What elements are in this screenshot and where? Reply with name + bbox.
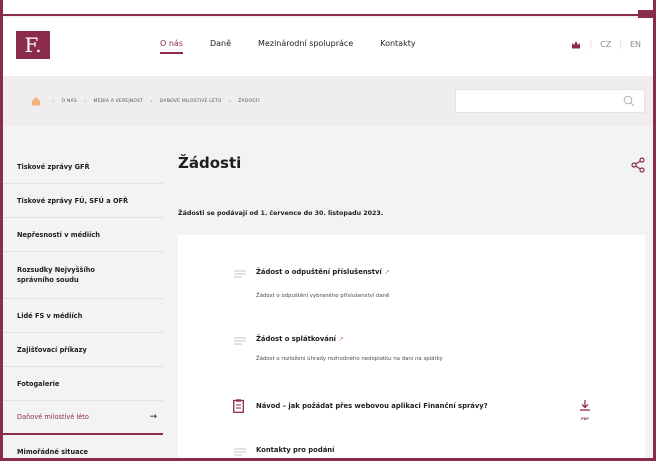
- arrow-right-icon: →: [149, 412, 157, 422]
- nav-item-mezinarodni-spoluprace[interactable]: Mezinárodní spolupráce: [258, 39, 353, 54]
- chevron-right-icon: ›: [83, 97, 87, 105]
- sidebar-item-label: Fotogalerie: [17, 379, 60, 388]
- document-icon: [234, 448, 246, 456]
- breadcrumb-item-media[interactable]: MÉDIA A VEŘEJNOST: [94, 99, 144, 104]
- sidebar-item-label: Mimořádné situace: [17, 448, 88, 456]
- clipboard-icon: [233, 399, 244, 413]
- sidebar-item-fotogalerie[interactable]: Fotogalerie: [3, 367, 163, 401]
- pdf-label: PDF: [581, 417, 589, 421]
- page-title: Žádosti: [178, 154, 242, 172]
- sidebar-nav: Tiskové zprávy GFŘ Tiskové zprávy FÚ, SF…: [3, 150, 163, 461]
- sidebar-item-danove-milostive-leto[interactable]: Daňové milostivé léto →: [3, 401, 163, 435]
- main-nav: O nás Daně Mezinárodní spolupráce Kontak…: [160, 39, 443, 54]
- document-description: Žádost o odpuštění vybraného příslušenst…: [256, 293, 390, 299]
- share-icon[interactable]: [631, 157, 645, 173]
- nav-item-dane[interactable]: Daně: [210, 39, 231, 54]
- sidebar-item-mimoradne-situace[interactable]: Mimořádné situace: [3, 435, 163, 461]
- sidebar-item-label: Zajišťovací příkazy: [17, 345, 87, 354]
- sidebar-item-label: Lidé FS v médiích: [17, 311, 83, 320]
- chevron-right-icon: ›: [228, 97, 232, 105]
- document-link-kontakty[interactable]: Kontakty pro podání: [256, 446, 334, 454]
- chevron-right-icon: ›: [150, 97, 153, 105]
- document-link-splatkovani[interactable]: Žádost o splátkování ↗: [256, 335, 344, 343]
- sidebar-item-label: Nepřesnosti v médiích: [17, 230, 100, 239]
- document-title: Kontakty pro podání: [256, 446, 335, 454]
- sidebar-item-zajistovaci-prikazy[interactable]: Zajišťovací příkazy: [3, 333, 163, 367]
- document-title: Návod – jak požádat přes webovou aplikac…: [256, 402, 488, 410]
- top-strip: [0, 0, 656, 16]
- breadcrumb: › O NÁS › MÉDIA A VEŘEJNOST › DAŇOVÉ MIL…: [31, 96, 260, 106]
- document-link-odpusteni[interactable]: Žádost o odpuštění příslušenství ↗: [256, 268, 390, 276]
- sidebar-item-rozsudky[interactable]: Rozsudky Nejvyššího správního soudu: [3, 252, 163, 299]
- search-icon[interactable]: [623, 95, 635, 107]
- external-link-icon: ↗: [338, 335, 345, 343]
- document-icon: [234, 270, 246, 278]
- header-tools: | CZ | EN: [571, 40, 641, 49]
- document-icon: [234, 337, 246, 345]
- site-header: F. O nás Daně Mezinárodní spolupráce Kon…: [3, 18, 653, 76]
- sidebar-item-label: Tiskové zprávy GFŘ: [17, 162, 90, 171]
- sidebar-item-label: Tiskové zprávy FÚ, SFÚ a OFŘ: [17, 196, 129, 205]
- documents-card: Žádost o odpuštění příslušenství ↗ Žádos…: [178, 235, 645, 461]
- nav-item-kontakty[interactable]: Kontakty: [380, 39, 415, 54]
- intro-text: Žádosti se podávají od 1. července do 30…: [178, 210, 384, 217]
- breadcrumb-item-milostive-leto[interactable]: DAŇOVÉ MILOSTIVÉ LÉTO: [160, 99, 222, 104]
- lang-en[interactable]: EN: [630, 40, 641, 49]
- crown-icon[interactable]: [571, 40, 581, 49]
- site-logo[interactable]: F.: [16, 31, 50, 59]
- download-arrow-icon: [580, 400, 590, 411]
- breadcrumb-item-zadosti: ŽÁDOSTI: [238, 98, 260, 104]
- breadcrumb-item-o-nas[interactable]: O NÁS: [62, 99, 77, 104]
- nav-item-o-nas[interactable]: O nás: [160, 39, 183, 54]
- divider: |: [589, 40, 593, 49]
- sidebar-item-label: Rozsudky Nejvyššího správního soudu: [17, 266, 95, 284]
- lang-cz[interactable]: CZ: [600, 40, 611, 49]
- search-input[interactable]: [455, 89, 645, 113]
- sidebar-item-label: Daňové milostivé léto: [17, 413, 89, 421]
- pdf-download-icon[interactable]: PDF: [578, 398, 592, 421]
- document-link-navod[interactable]: Návod – jak požádat přes webovou aplikac…: [256, 402, 488, 410]
- external-link-icon: ↗: [384, 268, 390, 276]
- home-icon[interactable]: [31, 96, 41, 106]
- sidebar-item-lide-fs[interactable]: Lidé FS v médiích: [3, 299, 163, 333]
- document-description: Žádost o rozložení úhrady rozhodného ned…: [256, 356, 443, 362]
- document-title: Žádost o odpuštění příslušenství: [256, 268, 382, 276]
- sidebar-item-nepresnosti[interactable]: Nepřesnosti v médiích: [3, 218, 163, 252]
- divider: |: [619, 40, 622, 49]
- sidebar-item-tiskove-zpravy-gfr[interactable]: Tiskové zprávy GFŘ: [3, 150, 163, 184]
- document-title: Žádost o splátkování: [256, 335, 337, 343]
- breadcrumb-bar: › O NÁS › MÉDIA A VEŘEJNOST › DAŇOVÉ MIL…: [3, 76, 653, 126]
- chevron-right-icon: ›: [52, 97, 55, 105]
- sidebar-item-tiskove-zpravy-fu[interactable]: Tiskové zprávy FÚ, SFÚ a OFŘ: [3, 184, 163, 218]
